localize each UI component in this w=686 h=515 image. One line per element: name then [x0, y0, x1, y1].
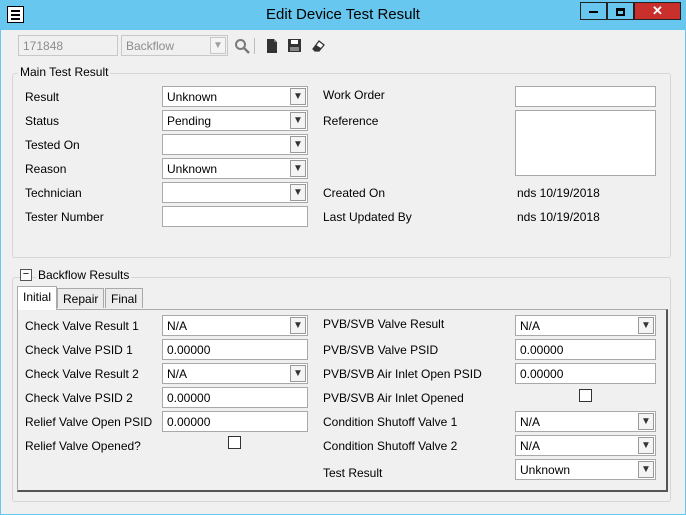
technician-select[interactable]: ▼	[162, 182, 308, 203]
device-type-select: Backflow ▼	[121, 35, 228, 56]
rv-opened-label: Relief Valve Opened?	[25, 439, 141, 453]
test-result-value: Unknown	[520, 463, 571, 477]
last-updated-label: Last Updated By	[323, 210, 412, 224]
tester-number-input[interactable]	[162, 206, 308, 227]
minimize-button[interactable]	[580, 2, 607, 20]
result-label: Result	[25, 90, 60, 104]
technician-label: Technician	[25, 186, 82, 200]
reference-textarea[interactable]	[515, 110, 656, 176]
pvb-air-opened-checkbox[interactable]	[579, 389, 592, 402]
chevron-down-icon[interactable]: ▼	[290, 317, 306, 334]
tab-final[interactable]: Final	[105, 288, 144, 308]
reason-select[interactable]: Unknown ▼	[162, 158, 308, 179]
pvb-air-psid-label: PVB/SVB Air Inlet Open PSID	[323, 367, 482, 381]
status-select[interactable]: Pending ▼	[162, 110, 308, 131]
chevron-down-icon[interactable]: ▼	[290, 112, 306, 129]
pvb-result-value: N/A	[520, 319, 541, 333]
chevron-down-icon[interactable]: ▼	[290, 160, 306, 177]
chevron-down-icon[interactable]: ▼	[638, 317, 654, 334]
chevron-down-icon[interactable]: ▼	[290, 88, 306, 105]
reason-value: Unknown	[167, 162, 218, 176]
tested-on-label: Tested On	[25, 138, 80, 152]
status-label: Status	[25, 114, 60, 128]
search-icon[interactable]	[233, 38, 251, 54]
collapse-toggle[interactable]: −	[20, 269, 32, 281]
chevron-down-icon[interactable]: ▼	[290, 365, 306, 382]
shutoff2-value: N/A	[520, 439, 541, 453]
new-document-icon[interactable]	[263, 38, 281, 54]
cv-result2-select[interactable]: N/A ▼	[162, 363, 308, 384]
cv-psid1-label: Check Valve PSID 1	[25, 343, 133, 357]
reference-label: Reference	[323, 114, 379, 128]
result-value: Unknown	[167, 90, 218, 104]
shutoff1-select[interactable]: N/A ▼	[515, 411, 656, 432]
cv-psid1-input[interactable]: 0.00000	[162, 339, 308, 360]
shutoff2-label: Condition Shutoff Valve 2	[323, 439, 458, 453]
tested-on-select[interactable]: ▼	[162, 134, 308, 155]
chevron-down-icon[interactable]: ▼	[638, 413, 654, 430]
save-icon[interactable]	[285, 38, 303, 54]
test-result-select[interactable]: Unknown ▼	[515, 459, 656, 480]
close-button[interactable]: ✕	[634, 2, 681, 20]
dialog-body: 171848 Backflow ▼ Main Test Result Resul…	[1, 30, 685, 514]
tab-repair[interactable]: Repair	[57, 288, 105, 308]
rv-open-psid-input[interactable]: 0.00000	[162, 411, 308, 432]
close-icon: ✕	[652, 3, 663, 18]
record-id-field: 171848	[18, 35, 118, 56]
maximize-icon	[616, 7, 625, 16]
chevron-down-icon[interactable]: ▼	[290, 136, 306, 153]
cv-result2-value: N/A	[167, 367, 188, 381]
last-updated-value: nds 10/19/2018	[517, 210, 600, 224]
toolbar-separator	[254, 38, 255, 54]
chevron-down-icon[interactable]: ▼	[290, 184, 306, 201]
cv-result1-select[interactable]: N/A ▼	[162, 315, 308, 336]
pvb-air-psid-input[interactable]: 0.00000	[515, 363, 656, 384]
reason-label: Reason	[25, 162, 67, 176]
status-value: Pending	[167, 114, 212, 128]
backflow-results-legend: Backflow Results	[36, 268, 132, 282]
shutoff2-select[interactable]: N/A ▼	[515, 435, 656, 456]
pvb-result-label: PVB/SVB Valve Result	[323, 317, 445, 331]
device-type-value: Backflow	[126, 39, 175, 53]
cv-psid2-input[interactable]: 0.00000	[162, 387, 308, 408]
result-select[interactable]: Unknown ▼	[162, 86, 308, 107]
rv-opened-checkbox[interactable]	[228, 436, 241, 449]
title-bar: Edit Device Test Result ✕	[0, 0, 686, 30]
eraser-icon[interactable]	[309, 38, 327, 54]
work-order-label: Work Order	[323, 88, 385, 102]
main-test-result-legend: Main Test Result	[18, 65, 111, 79]
pvb-psid-input[interactable]: 0.00000	[515, 339, 656, 360]
tab-initial[interactable]: Initial	[17, 286, 58, 310]
collapse-icon: −	[22, 268, 30, 280]
work-order-input[interactable]	[515, 86, 656, 107]
created-on-value: nds 10/19/2018	[517, 186, 600, 200]
shutoff1-value: N/A	[520, 415, 541, 429]
cv-result2-label: Check Valve Result 2	[25, 367, 139, 381]
created-on-label: Created On	[323, 186, 386, 200]
chevron-down-icon[interactable]: ▼	[638, 461, 654, 478]
cv-psid2-label: Check Valve PSID 2	[25, 391, 133, 405]
rv-open-psid-label: Relief Valve Open PSID	[25, 415, 153, 429]
tester-number-label: Tester Number	[25, 210, 104, 224]
maximize-button[interactable]	[607, 2, 634, 20]
shutoff1-label: Condition Shutoff Valve 1	[323, 415, 458, 429]
pvb-result-select[interactable]: N/A ▼	[515, 315, 656, 336]
minimize-icon	[589, 10, 598, 13]
pvb-psid-label: PVB/SVB Valve PSID	[323, 343, 439, 357]
chevron-down-icon: ▼	[210, 37, 226, 54]
test-result-label: Test Result	[323, 466, 383, 480]
chevron-down-icon[interactable]: ▼	[638, 437, 654, 454]
pvb-air-opened-label: PVB/SVB Air Inlet Opened	[323, 391, 464, 405]
cv-result1-value: N/A	[167, 319, 188, 333]
cv-result1-label: Check Valve Result 1	[25, 319, 139, 333]
